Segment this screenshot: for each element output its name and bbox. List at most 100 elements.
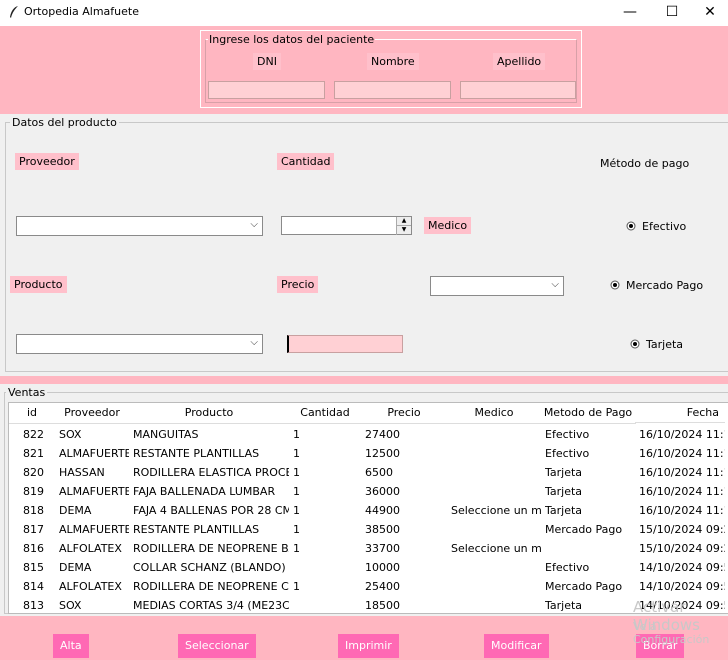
table-row[interactable]: 817 ALMAFUERTE RESTANTE PLANTILLAS 1 38500 Me… bbox=[9, 520, 728, 539]
ventas-legend: Ventas bbox=[6, 386, 48, 399]
cell-precio: 18500 bbox=[365, 599, 400, 612]
table-row[interactable]: 822 SOX MANGUITAS 1 27400 Efectivo 16/10/2024 … bbox=[9, 425, 728, 444]
table-row[interactable]: 818 DEMA FAJA 4 BALLENAS POR 28 CM (1 44900… bbox=[9, 501, 728, 520]
proveedor-label: Proveedor bbox=[15, 153, 79, 170]
cell-precio: 25400 bbox=[365, 580, 400, 593]
column-header-proveedor[interactable]: Proveedor bbox=[55, 403, 130, 424]
cell-id: 813 bbox=[23, 599, 44, 612]
cell-medico bbox=[451, 463, 541, 482]
column-header-producto[interactable]: Producto bbox=[129, 403, 290, 424]
cell-proveedor: SOX bbox=[59, 599, 82, 612]
cell-fecha: 16/10/2024 11:15 bbox=[639, 466, 725, 479]
metodo-pago-label: Método de pago bbox=[600, 157, 690, 170]
cell-medico: Seleccione un mé bbox=[451, 542, 541, 555]
cell-proveedor: DEMA bbox=[59, 561, 92, 574]
close-button[interactable]: ✕ bbox=[690, 0, 728, 26]
cell-proveedor: ALMAFUERTE bbox=[59, 523, 129, 536]
table-row[interactable]: 816 ALFOLATEX RODILLERA DE NEOPRENE BAL 1 33… bbox=[9, 539, 728, 558]
imprimir-button[interactable]: Imprimir bbox=[338, 634, 399, 658]
radio-mercado-pago[interactable]: Mercado Pago bbox=[610, 279, 703, 292]
cell-proveedor: ALMAFUERTE bbox=[59, 447, 129, 460]
nombre-input[interactable] bbox=[334, 81, 451, 99]
maximize-button[interactable]: ☐ bbox=[652, 0, 692, 26]
cell-producto: COLLAR SCHANZ (BLANDO) bbox=[133, 561, 286, 574]
column-header-metodo-de-pago[interactable]: Metodo de Pago bbox=[541, 403, 636, 424]
medico-combobox[interactable]: ⌵ bbox=[430, 276, 564, 296]
alta-button[interactable]: Alta bbox=[53, 634, 89, 658]
cell-cantidad: 1 bbox=[293, 523, 300, 536]
column-header-cantidad[interactable]: Cantidad bbox=[289, 403, 362, 424]
cell-fecha: 16/10/2024 11:15 bbox=[639, 447, 725, 460]
producto-combobox[interactable]: ⌵ bbox=[16, 334, 263, 354]
cell-cantidad: 1 bbox=[293, 466, 300, 479]
table-row[interactable]: 820 HASSAN RODILLERA ELASTICA PROCER 1 6500 T… bbox=[9, 463, 728, 482]
column-header-fecha[interactable]: Fecha bbox=[635, 403, 725, 423]
table-row[interactable]: 815 DEMA COLLAR SCHANZ (BLANDO) 10000 Efecti… bbox=[9, 558, 728, 577]
apellido-label: Apellido bbox=[493, 53, 546, 70]
patient-legend: Ingrese los datos del paciente bbox=[208, 33, 376, 46]
cell-proveedor: ALFOLATEX bbox=[59, 580, 122, 593]
radio-selected-icon bbox=[630, 339, 640, 349]
cantidad-label: Cantidad bbox=[277, 153, 335, 170]
cell-metodo-de-pago: Tarjeta bbox=[545, 485, 583, 498]
chevron-down-icon: ⌵ bbox=[551, 279, 559, 290]
modificar-button[interactable]: Modificar bbox=[484, 634, 549, 658]
proveedor-combobox[interactable]: ⌵ bbox=[16, 216, 263, 236]
seleccionar-button[interactable]: Seleccionar bbox=[178, 634, 256, 658]
nombre-label: Nombre bbox=[367, 53, 419, 70]
minimize-button[interactable]: — bbox=[610, 0, 650, 26]
cell-producto: RODILLERA DE NEOPRENE C SC bbox=[133, 580, 289, 593]
cell-metodo-de-pago: Tarjeta bbox=[545, 466, 583, 479]
table-row[interactable]: 821 ALMAFUERTE RESTANTE PLANTILLAS 1 12500 Ef… bbox=[9, 444, 728, 463]
cell-fecha: 16/10/2024 11:15 bbox=[639, 428, 725, 441]
cell-precio: 44900 bbox=[365, 504, 400, 517]
dni-input[interactable] bbox=[208, 81, 325, 99]
apellido-input[interactable] bbox=[460, 81, 576, 99]
column-header-id[interactable]: id bbox=[9, 403, 56, 424]
precio-input[interactable] bbox=[287, 335, 403, 353]
title-bar: Ortopedia Almafuete — ☐ ✕ bbox=[0, 0, 728, 26]
table-row[interactable]: 813 SOX MEDIAS CORTAS 3/4 (ME23C)1 18500 Tar… bbox=[9, 596, 728, 615]
spinbox-arrows[interactable]: ▲ ▼ bbox=[396, 217, 411, 235]
spin-up-icon[interactable]: ▲ bbox=[397, 217, 411, 226]
column-header-precio[interactable]: Precio bbox=[361, 403, 448, 424]
cell-cantidad: 1 bbox=[293, 428, 300, 441]
cell-medico bbox=[451, 577, 541, 596]
ventas-table[interactable]: id Proveedor Producto Cantidad Precio Medico M… bbox=[8, 402, 728, 614]
app-feather-icon bbox=[10, 6, 18, 18]
cell-id: 822 bbox=[23, 428, 44, 441]
cell-producto: MANGUITAS bbox=[133, 428, 199, 441]
dni-label: DNI bbox=[253, 53, 281, 70]
chevron-down-icon: ⌵ bbox=[250, 337, 258, 348]
cell-medico bbox=[451, 425, 541, 444]
cell-metodo-de-pago: Tarjeta bbox=[545, 504, 583, 517]
cell-precio: 38500 bbox=[365, 523, 400, 536]
cell-proveedor: DEMA bbox=[59, 504, 92, 517]
cell-proveedor: ALFOLATEX bbox=[59, 542, 122, 555]
cell-fecha: 15/10/2024 09:23 bbox=[639, 523, 725, 536]
cell-fecha: 14/10/2024 09:51 bbox=[639, 561, 725, 574]
cell-cantidad bbox=[293, 596, 361, 615]
table-row[interactable]: 814 ALFOLATEX RODILLERA DE NEOPRENE C SC 1 2… bbox=[9, 577, 728, 596]
cell-producto: FAJA BALLENADA LUMBAR bbox=[133, 485, 276, 498]
cantidad-spinbox[interactable]: ▲ ▼ bbox=[281, 216, 412, 235]
cell-id: 821 bbox=[23, 447, 44, 460]
cell-cantidad: 1 bbox=[293, 447, 300, 460]
cell-precio: 33700 bbox=[365, 542, 400, 555]
radio-tarjeta[interactable]: Tarjeta bbox=[630, 338, 683, 351]
cell-cantidad: 1 bbox=[293, 485, 300, 498]
table-row[interactable]: 819 ALMAFUERTE FAJA BALLENADA LUMBAR 1 36000… bbox=[9, 482, 728, 501]
cell-metodo-de-pago: Efectivo bbox=[545, 561, 590, 574]
spin-down-icon[interactable]: ▼ bbox=[397, 226, 411, 234]
precio-label: Precio bbox=[277, 276, 319, 293]
chevron-down-icon: ⌵ bbox=[250, 219, 258, 230]
radio-efectivo[interactable]: Efectivo bbox=[626, 220, 686, 233]
cell-medico bbox=[451, 558, 541, 577]
window-title: Ortopedia Almafuete bbox=[24, 5, 139, 18]
cell-medico bbox=[451, 520, 541, 539]
cell-metodo-de-pago: Mercado Pago bbox=[545, 580, 623, 593]
cell-id: 814 bbox=[23, 580, 44, 593]
column-header-medico[interactable]: Medico bbox=[447, 403, 542, 424]
cell-fecha: 14/10/2024 09:51 bbox=[639, 580, 725, 593]
cell-precio: 6500 bbox=[365, 466, 393, 479]
